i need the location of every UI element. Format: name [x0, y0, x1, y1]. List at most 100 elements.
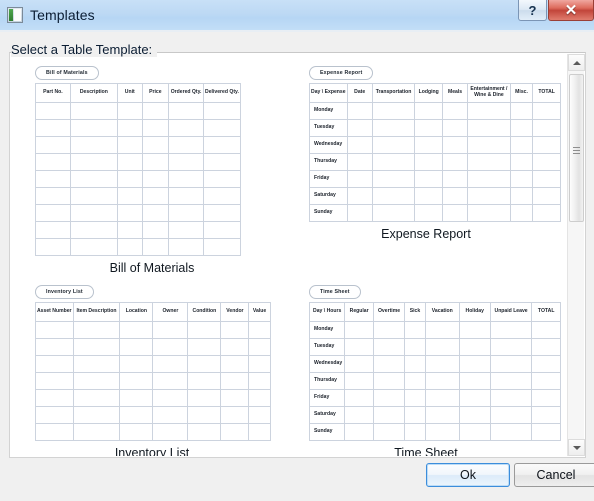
table-cell: [152, 406, 189, 424]
table-cell: [509, 136, 534, 154]
table-header-row: Day \ Expense Date Transportation Lodging Me…: [309, 83, 561, 103]
table-cell: [531, 389, 561, 407]
table-cell: [458, 406, 491, 424]
template-item[interactable]: Bill of Materials Part No. Description Unit…: [17, 66, 287, 275]
table-row: [35, 119, 241, 137]
table-cell: [35, 204, 71, 222]
table-cell: [458, 372, 491, 390]
table-row: Thursday: [308, 372, 561, 390]
table-cell: [168, 204, 204, 222]
table-cell: [119, 406, 154, 424]
template-item[interactable]: Inventory List Asset Number Item Descripti…: [17, 285, 287, 456]
table-row: [35, 170, 241, 188]
table-cell: [489, 355, 533, 373]
template-item[interactable]: Expense Report Day \ Expense Date Transport…: [291, 66, 561, 275]
table-cell: [35, 338, 74, 356]
table-row: Wednesday: [309, 136, 561, 154]
table-row: [35, 423, 271, 441]
scroll-down-arrow-button[interactable]: [568, 439, 585, 456]
table-cell: [203, 170, 241, 188]
table-cell: [458, 389, 491, 407]
table-cell: [371, 187, 416, 205]
table-cell: [69, 170, 118, 188]
table-cell: [346, 136, 373, 154]
table-cell: [141, 102, 170, 120]
table-header-row: Day \ Hours Regular Overtime Sick Vacation Ho…: [308, 302, 561, 322]
table-row: Wednesday: [308, 355, 561, 373]
table-cell: [467, 102, 511, 120]
table-cell: [220, 355, 250, 373]
template-list-viewport[interactable]: Bill of Materials Part No. Description Unit…: [11, 54, 567, 456]
table-cell: [441, 136, 469, 154]
column-header: Day \ Hours: [308, 302, 346, 322]
dialog-body: Select a Table Template: Bill of Materia…: [0, 31, 594, 501]
column-header: Vacation: [424, 302, 460, 322]
table-cell: [371, 102, 416, 120]
table-cell: [168, 153, 204, 171]
table-cell: [168, 102, 204, 120]
template-pill-label: Bill of Materials: [35, 66, 99, 80]
table-cell: [346, 153, 373, 171]
ok-button[interactable]: Ok: [426, 463, 510, 487]
table-cell: [344, 372, 374, 390]
table-cell: [72, 321, 121, 339]
table-cell: [203, 136, 241, 154]
table-row: [35, 153, 241, 171]
table-cell: [404, 423, 426, 441]
table-row: Tuesday: [308, 338, 561, 356]
template-preview-table: Part No. Description Unit Price Ordered Qty.…: [35, 83, 241, 256]
table-cell: [248, 423, 271, 441]
table-cell: [116, 119, 143, 137]
column-header: Ordered Qty.: [168, 83, 204, 103]
scrollbar-thumb[interactable]: [569, 74, 584, 222]
table-cell: [441, 170, 469, 188]
template-thumbnail: Time Sheet Day \ Hours Regular Overtime Sick…: [291, 285, 561, 441]
table-row: Friday: [308, 389, 561, 407]
table-cell: [187, 406, 222, 424]
column-header: Transportation: [371, 83, 416, 103]
table-cell: [141, 136, 170, 154]
cancel-button[interactable]: Cancel: [514, 463, 594, 487]
table-cell: [414, 119, 443, 137]
vertical-scrollbar[interactable]: [567, 54, 585, 456]
close-button[interactable]: ✕: [548, 0, 594, 21]
table-cell: [424, 389, 460, 407]
table-cell: [344, 338, 374, 356]
table-cell: [35, 372, 74, 390]
table-cell: [248, 389, 271, 407]
table-cell: [532, 153, 561, 171]
table-cell: [119, 372, 154, 390]
table-cell: [414, 102, 443, 120]
table-cell: [35, 170, 71, 188]
table-cell: [69, 221, 118, 239]
table-cell: [119, 423, 154, 441]
table-cell: [141, 119, 170, 137]
table-cell: [532, 102, 561, 120]
help-button[interactable]: ?: [518, 0, 547, 21]
table-cell: [116, 102, 143, 120]
table-cell: [404, 406, 426, 424]
table-cell: [35, 119, 71, 137]
table-cell: [203, 153, 241, 171]
table-cell: [371, 119, 416, 137]
table-cell: [116, 204, 143, 222]
table-cell: [489, 338, 533, 356]
table-cell: [467, 187, 511, 205]
table-cell: [489, 389, 533, 407]
table-cell: [72, 389, 121, 407]
scroll-up-arrow-button[interactable]: [568, 54, 585, 71]
table-cell: [424, 406, 460, 424]
table-cell: [152, 389, 189, 407]
table-cell: [531, 338, 561, 356]
table-cell: [458, 338, 491, 356]
template-preview-table: Day \ Expense Date Transportation Lodging Me…: [309, 83, 561, 222]
template-item[interactable]: Time Sheet Day \ Hours Regular Overtime Sick…: [291, 285, 561, 456]
table-cell: [467, 136, 511, 154]
table-cell: [441, 119, 469, 137]
table-cell: [489, 372, 533, 390]
table-cell: [141, 204, 170, 222]
table-cell: [69, 119, 118, 137]
table-cell: [372, 355, 406, 373]
table-cell: [441, 187, 469, 205]
table-cell: [414, 136, 443, 154]
